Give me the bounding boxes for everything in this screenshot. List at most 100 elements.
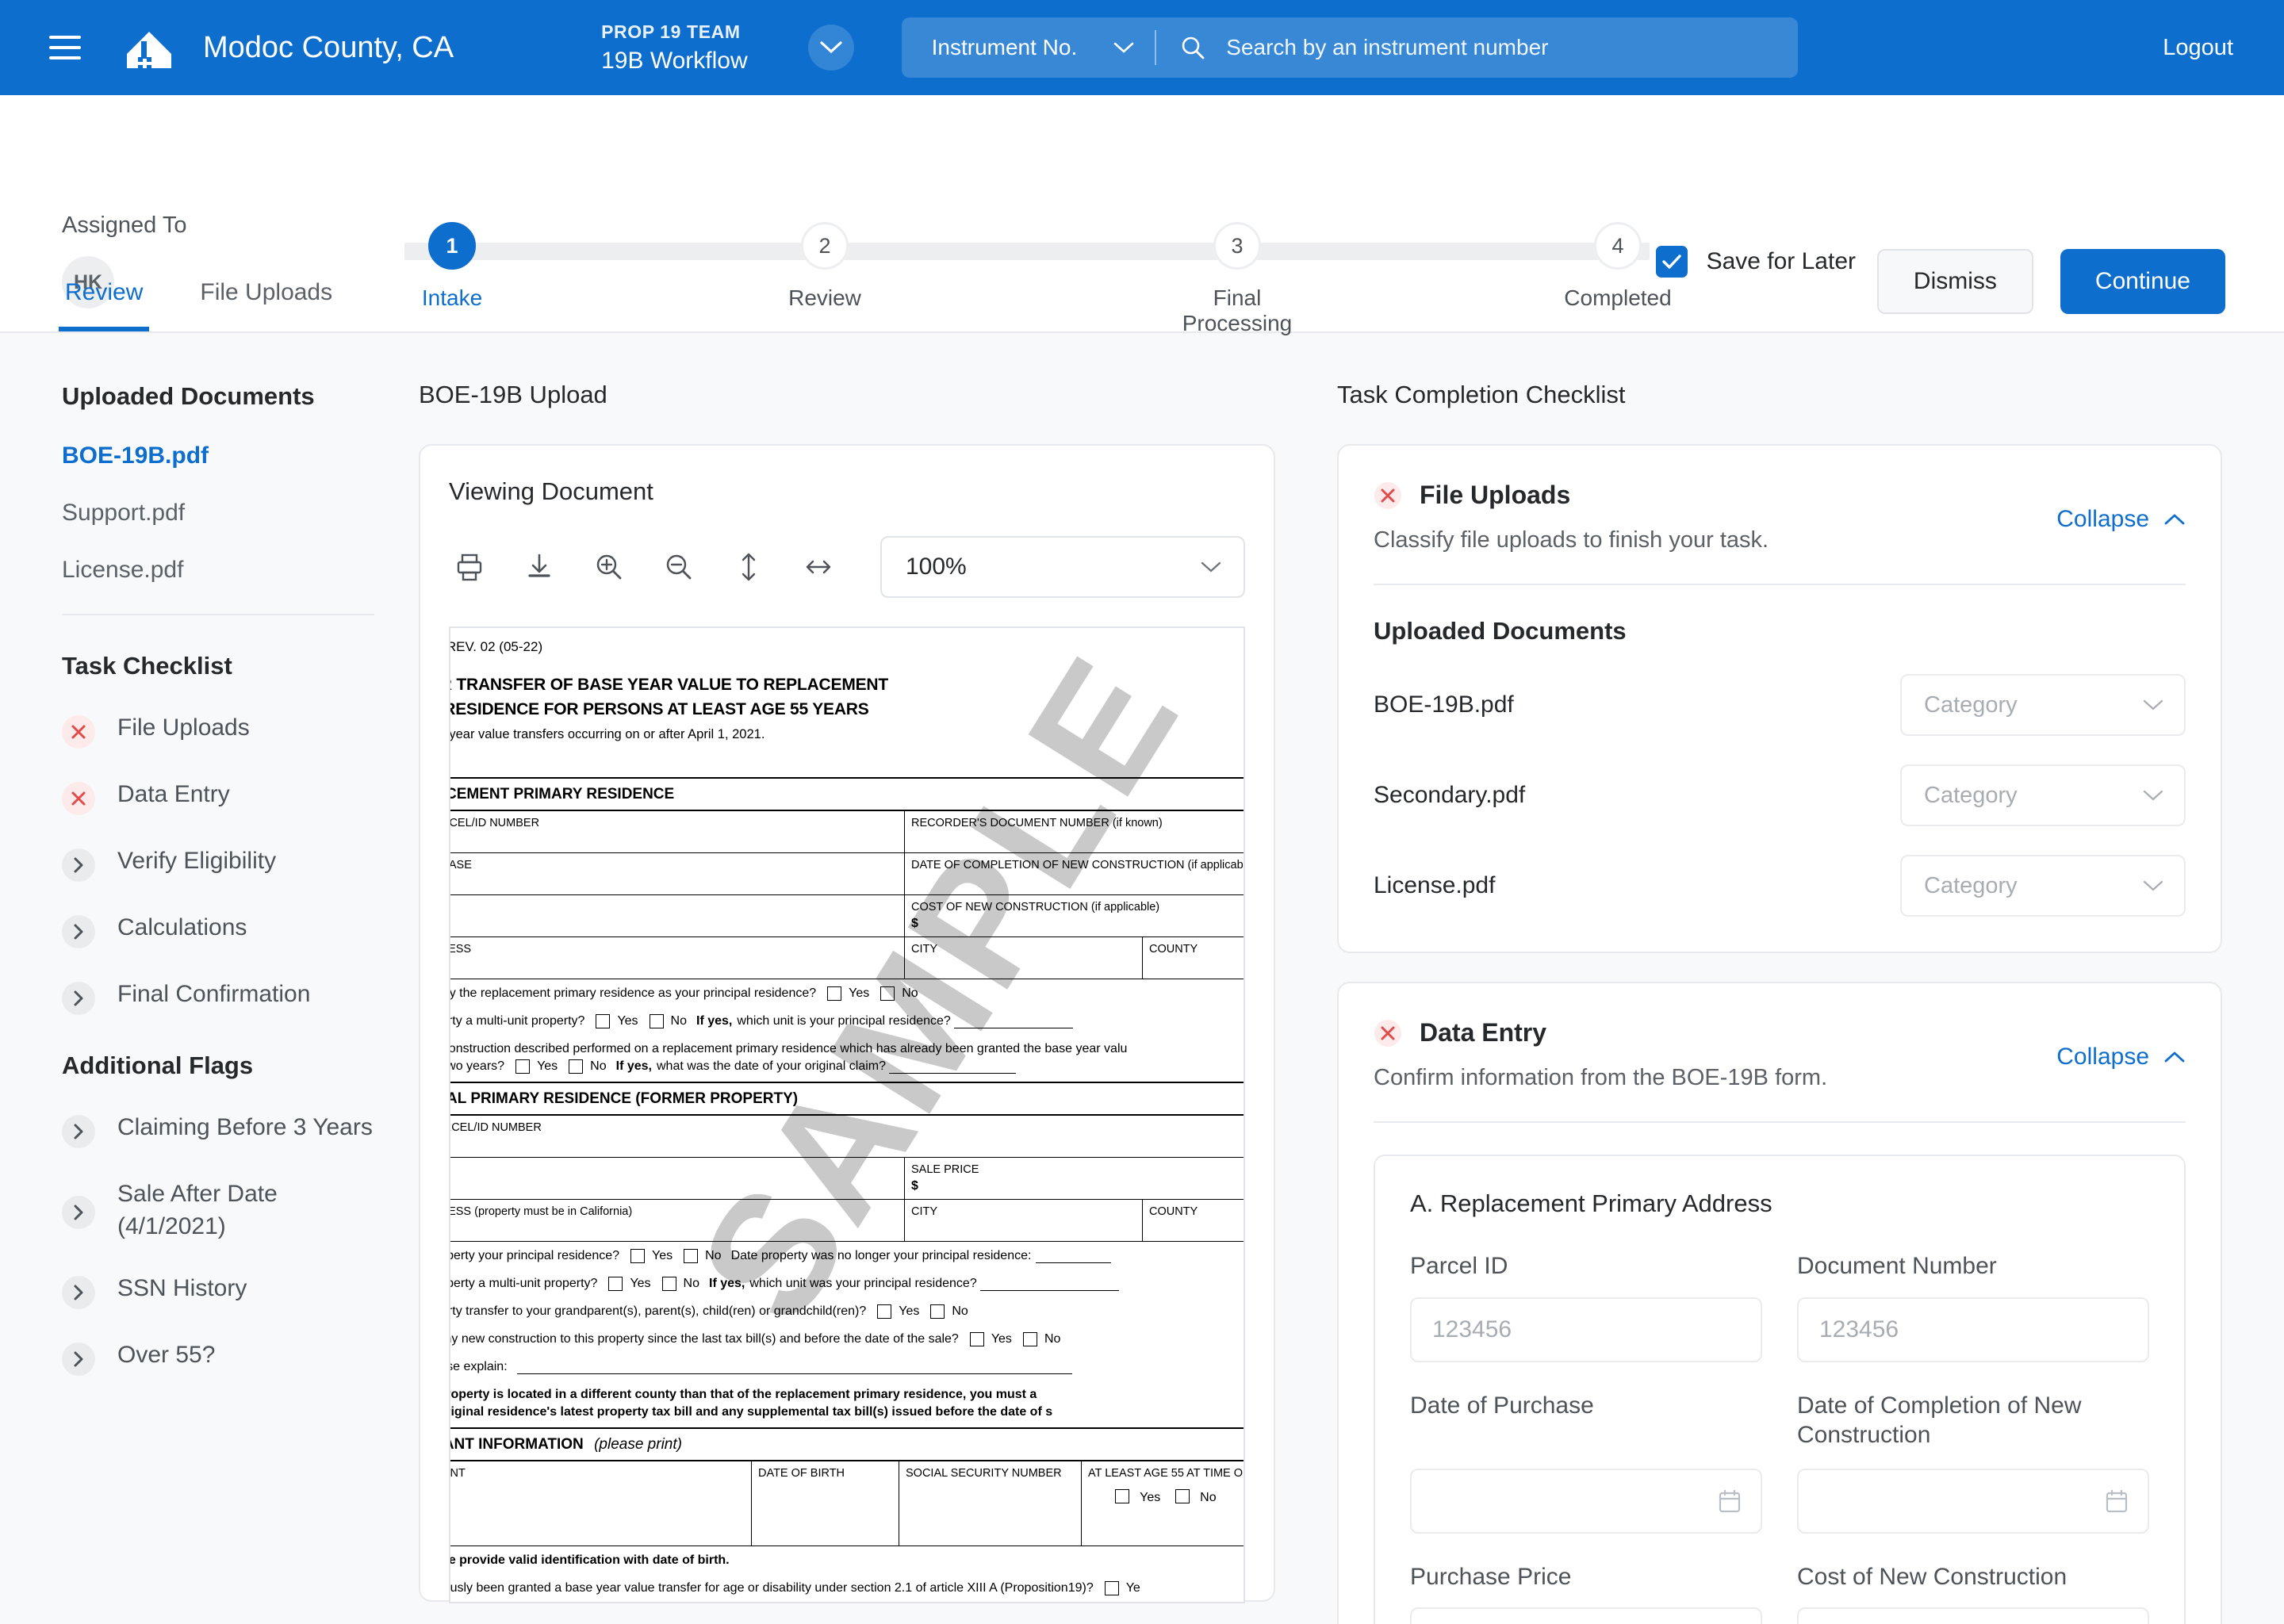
step-number: 1 [428, 222, 476, 270]
continue-button[interactable]: Continue [2060, 249, 2225, 314]
parcel-id-input[interactable]: 123456 [1410, 1297, 1762, 1362]
pdf-field-county: COUNTY [1149, 943, 1198, 956]
category-select[interactable]: Category [1900, 764, 2186, 826]
sidebar-task-verify-eligibility[interactable]: Verify Eligibility [62, 845, 397, 882]
category-select[interactable]: Category [1900, 674, 2186, 736]
sidebar-task-file-uploads[interactable]: File Uploads [62, 712, 397, 749]
cost-of-new-construction-input[interactable]: $90,000 [1797, 1607, 2149, 1624]
step-label: Final Processing [1182, 285, 1293, 335]
pdf-checkbox[interactable] [1104, 1581, 1119, 1595]
pdf-checkbox[interactable] [1175, 1489, 1190, 1503]
pdf-q3-line1: new construction described performed on … [449, 1042, 1128, 1055]
pdf-write-line[interactable] [979, 1277, 1119, 1291]
sidebar-document-boe19b[interactable]: BOE-19B.pdf [62, 442, 397, 469]
pdf-checkbox[interactable] [630, 1249, 646, 1263]
pdf-section-a-title: PLACEMENT PRIMARY RESIDENCE [450, 779, 1244, 811]
zoom-out-icon[interactable] [658, 546, 699, 588]
pdf-q3-ifyes: If yes, [615, 1059, 652, 1073]
purchase-price-input[interactable]: $100,000 [1410, 1607, 1762, 1624]
step-final-processing[interactable]: 3 Final Processing [1158, 222, 1316, 336]
sidebar-task-data-entry[interactable]: Data Entry [62, 779, 397, 815]
pdf-checkbox[interactable] [684, 1249, 699, 1263]
header-actions: Dismiss Continue [1876, 249, 2225, 314]
right-panel-title: Task Completion Checklist [1337, 381, 1626, 408]
pdf-page[interactable]: SAMPLE (P1) REV. 02 (05-22) FOR TRANSFER… [449, 626, 1245, 1603]
step-label: Review [788, 285, 861, 310]
pdf-field-recorder: RECORDER'S DOCUMENT NUMBER (if known) [911, 817, 1163, 829]
document-viewer-panel: BOE-19B Upload Viewing Document 100% SAM… [397, 333, 1316, 1624]
pdf-age55-options: Yes No [1088, 1489, 1244, 1505]
pdf-checkbox[interactable] [569, 1059, 584, 1074]
pdf-q3-no: No [590, 1059, 607, 1073]
category-placeholder: Category [1924, 782, 2018, 808]
pdf-write-line[interactable] [1036, 1250, 1112, 1263]
zoom-level-select[interactable]: 100% [880, 536, 1245, 598]
pdf-checkbox[interactable] [969, 1332, 984, 1346]
date-of-purchase-input[interactable] [1410, 1468, 1762, 1534]
pdf-checkbox[interactable] [649, 1014, 664, 1028]
step-review[interactable]: 2 Review [745, 222, 904, 311]
divider [62, 614, 374, 615]
save-for-later-label: Save for Later [1706, 248, 1856, 274]
category-select[interactable]: Category [1900, 855, 2186, 917]
sidebar-flag-claiming-before-3-years[interactable]: Claiming Before 3 Years [62, 1112, 397, 1148]
pdf-write-line[interactable] [516, 1361, 1072, 1374]
chevron-down-icon[interactable] [807, 25, 854, 71]
data-entry-collapse-button[interactable]: Collapse [2056, 1044, 2186, 1071]
tab-review[interactable]: Review [59, 279, 150, 331]
pdf-question-5: is property a multi-unit property? Yes N… [450, 1270, 1244, 1297]
instrument-type-select[interactable]: Instrument No. [906, 17, 1155, 78]
zoom-in-icon[interactable] [588, 546, 630, 588]
pdf-checkbox[interactable] [661, 1277, 676, 1291]
logout-button[interactable]: Logout [2163, 35, 2241, 61]
pdf-write-line[interactable] [889, 1060, 1017, 1074]
sidebar-flag-ssn-history[interactable]: SSN History [62, 1273, 397, 1309]
pdf-row: LAIMANT DATE OF BIRTH SOCIAL SECURITY NU… [450, 1461, 1244, 1546]
pdf-checkbox[interactable] [877, 1304, 892, 1319]
collapse-label: Collapse [2056, 1044, 2149, 1070]
sidebar-document-license[interactable]: License.pdf [62, 557, 397, 584]
pdf-col-ssn: SOCIAL SECURITY NUMBER [899, 1461, 1082, 1545]
date-of-completion-input[interactable] [1797, 1468, 2149, 1534]
tab-file-uploads[interactable]: File Uploads [194, 279, 339, 331]
step-intake[interactable]: 1 Intake [373, 222, 531, 311]
workflow-title: 19B Workflow [601, 47, 748, 74]
fit-width-icon[interactable] [798, 546, 839, 588]
search-icon [1182, 36, 1205, 59]
pdf-section-b: IGINAL PRIMARY RESIDENCE (FORMER PROPERT… [450, 1083, 1244, 1429]
sidebar-task-calculations[interactable]: Calculations [62, 912, 397, 948]
hamburger-menu-icon[interactable] [49, 36, 81, 59]
team-label: PROP 19 TEAM [601, 21, 741, 42]
pdf-checkbox[interactable] [827, 986, 842, 1001]
sidebar-flag-over-55[interactable]: Over 55? [62, 1339, 397, 1376]
pdf-checkbox[interactable] [608, 1277, 623, 1291]
search-input[interactable]: Search by an instrument number [1156, 17, 1792, 78]
pdf-field-b-sale: LE [450, 1158, 905, 1199]
pdf-row: PRICE COST OF NEW CONSTRUCTION (if appli… [450, 895, 1244, 937]
pdf-q3-yes: Yes [537, 1059, 558, 1073]
pdf-checkbox[interactable] [930, 1304, 945, 1319]
additional-flags-heading: Additional Flags [62, 1051, 254, 1079]
document-number-input[interactable]: 123456 [1797, 1297, 2149, 1362]
pdf-checkbox[interactable] [596, 1014, 611, 1028]
pdf-question-6: property transfer to your grandparent(s)… [450, 1297, 1244, 1325]
pdf-checkbox[interactable] [1115, 1489, 1129, 1503]
pdf-dollar-sign: $ [911, 1179, 918, 1193]
print-icon[interactable] [449, 546, 490, 588]
pdf-checkbox[interactable] [1022, 1332, 1037, 1346]
calendar-icon [1719, 1489, 1741, 1512]
pdf-col-age55-label: AT LEAST AGE 55 AT TIME OF SA [1088, 1467, 1244, 1480]
save-for-later-toggle[interactable]: Save for Later [1655, 246, 1856, 278]
download-icon[interactable] [519, 546, 560, 588]
pdf-checkbox[interactable] [880, 986, 895, 1001]
fit-height-icon[interactable] [728, 546, 769, 588]
sidebar-document-support[interactable]: Support.pdf [62, 500, 397, 527]
pdf-id-note: Please provide valid identification with… [449, 1553, 730, 1567]
dismiss-button[interactable]: Dismiss [1876, 249, 2033, 314]
pdf-checkbox[interactable] [515, 1059, 531, 1074]
file-uploads-collapse-button[interactable]: Collapse [2056, 506, 2186, 533]
sidebar-flag-sale-after-date[interactable]: Sale After Date (4/1/2021) [62, 1178, 397, 1243]
pdf-q7-no: No [1044, 1332, 1061, 1346]
sidebar-task-final-confirmation[interactable]: Final Confirmation [62, 979, 397, 1015]
pdf-write-line[interactable] [953, 1015, 1073, 1028]
